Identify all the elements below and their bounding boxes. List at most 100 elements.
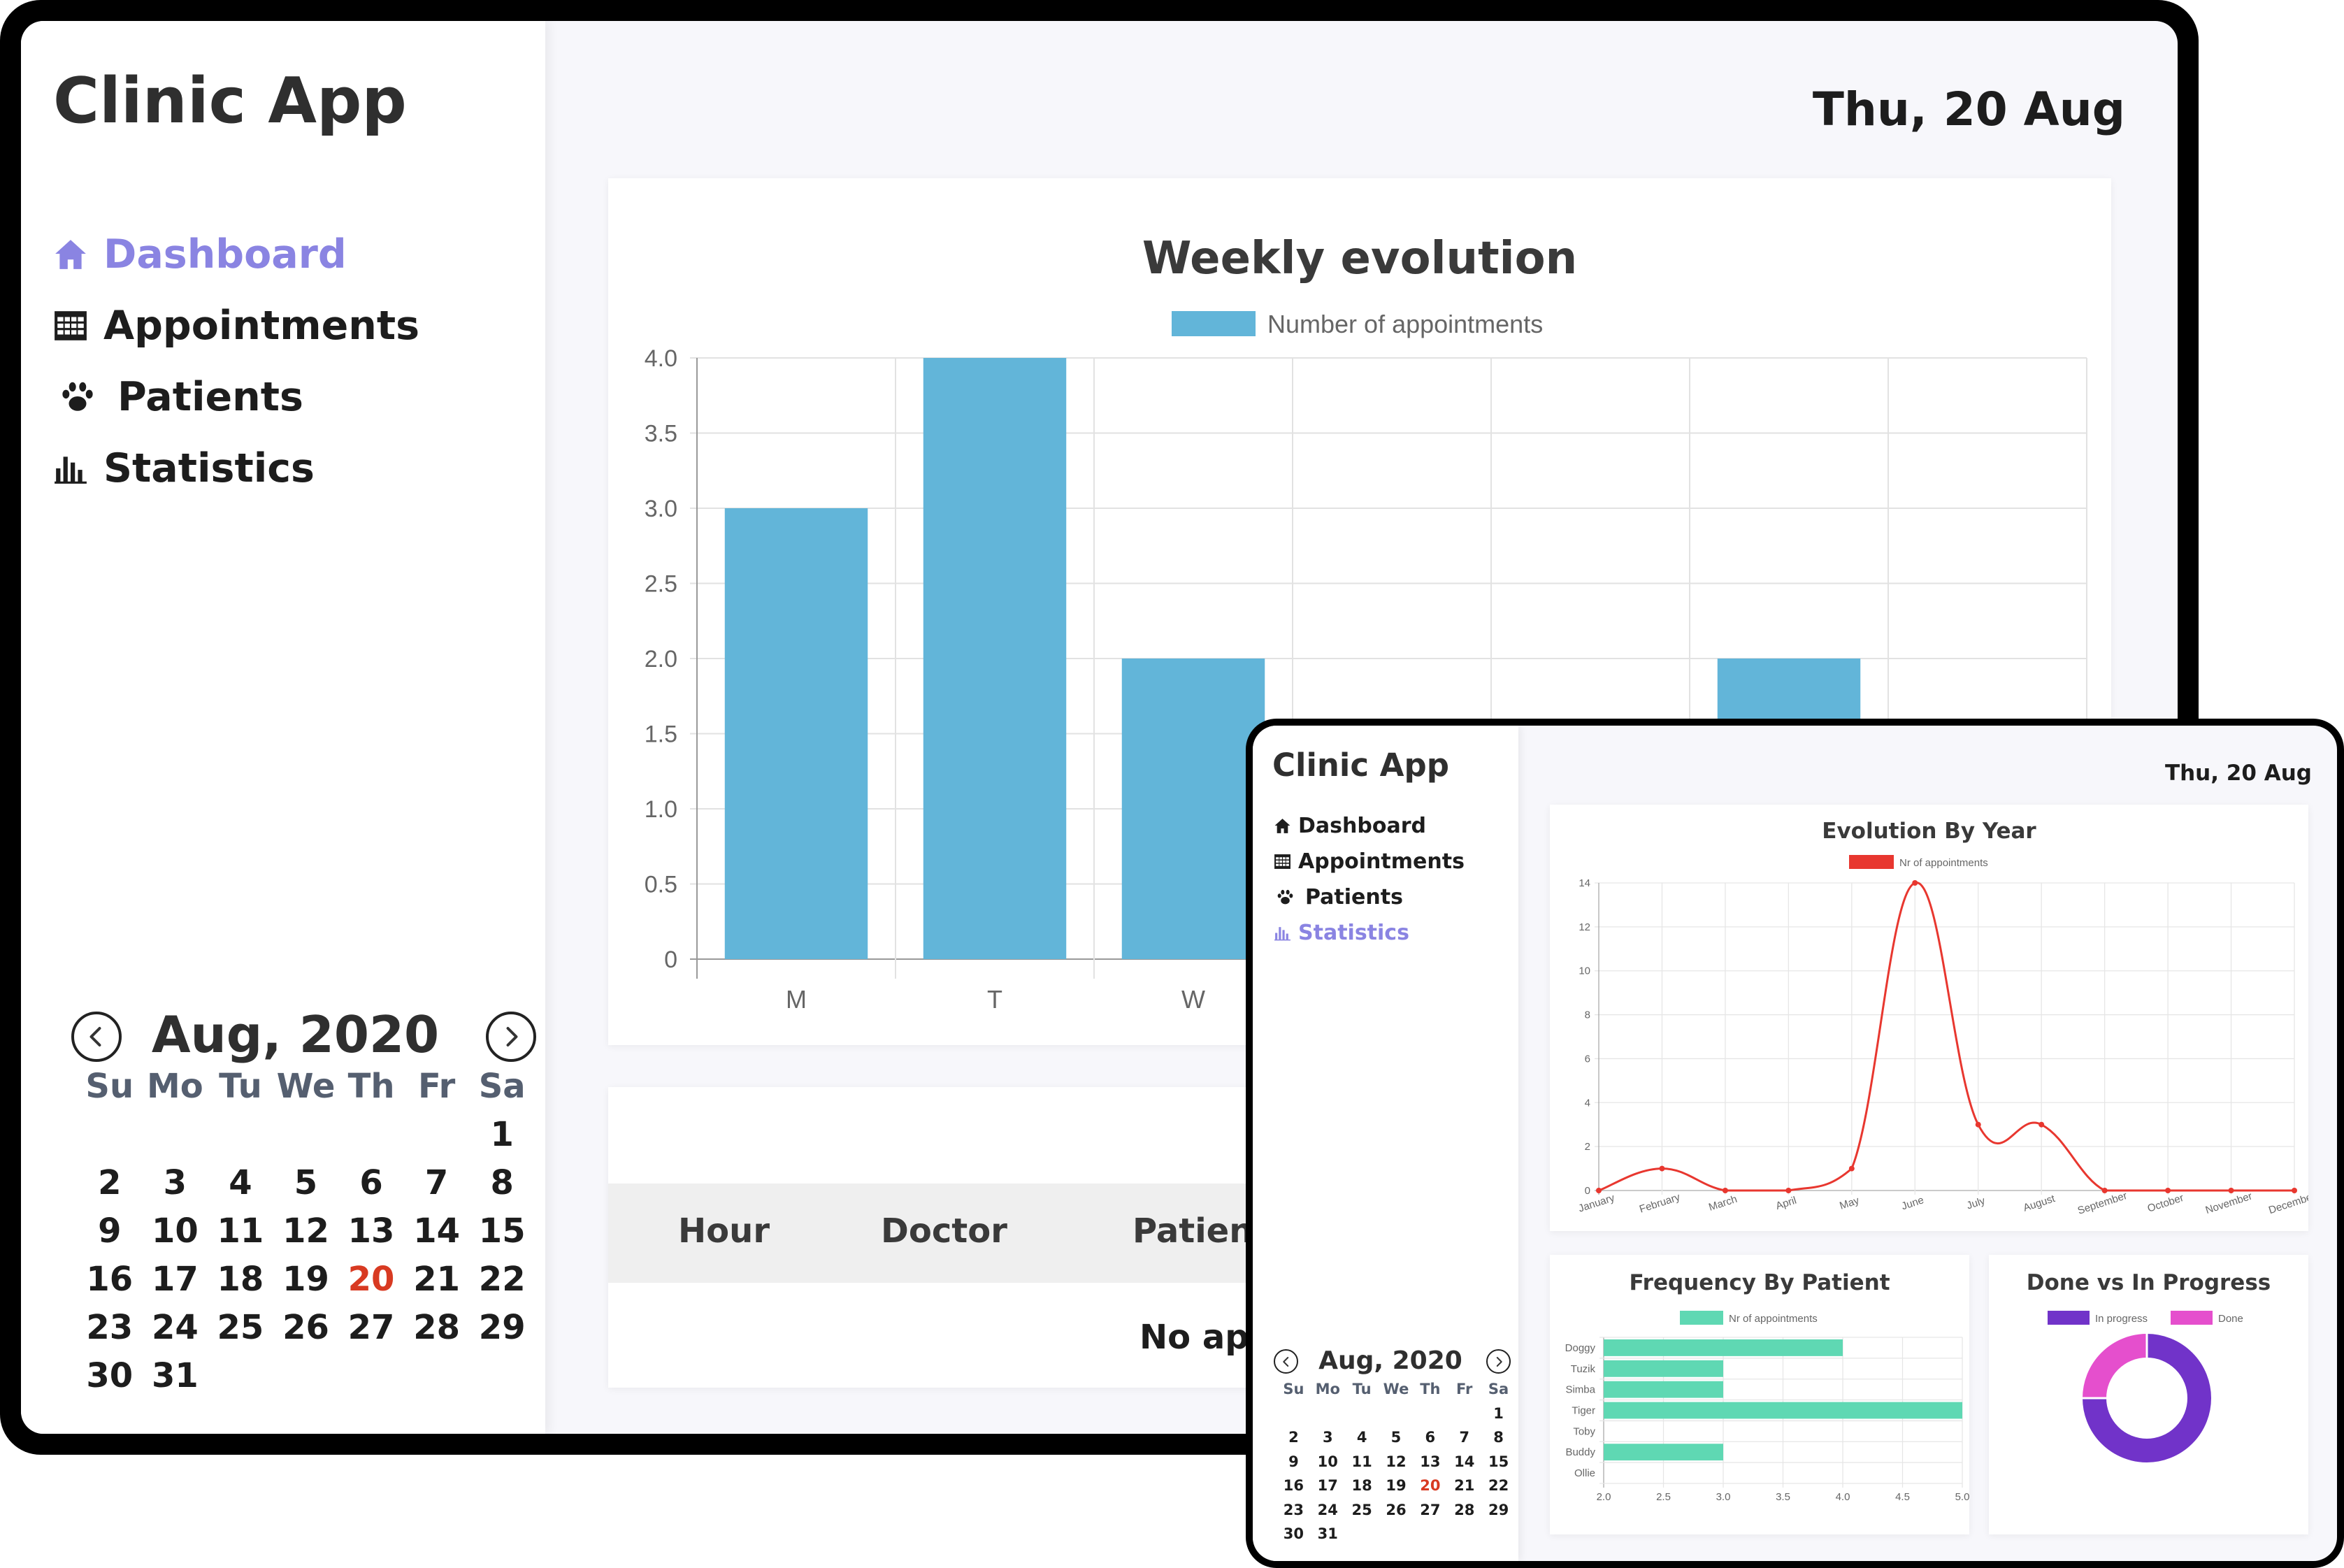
data-point [1848, 1165, 1855, 1172]
weekday-header: We [276, 1067, 336, 1106]
legend-label: In progress [2095, 1313, 2148, 1325]
calendar-day[interactable]: 20 [338, 1256, 404, 1304]
bar [1604, 1360, 1723, 1377]
nav-item-patients[interactable]: Patients [53, 361, 419, 433]
calendar-day[interactable]: 27 [338, 1304, 404, 1352]
calendar-day[interactable]: 6 [1413, 1425, 1447, 1450]
calendar-day[interactable]: 25 [208, 1304, 273, 1352]
nav-label-patients: Patients [1305, 885, 1403, 909]
calendar-day[interactable]: 4 [208, 1159, 273, 1207]
calendar-day[interactable]: 18 [1345, 1474, 1379, 1498]
x-tick-label: August [2022, 1193, 2057, 1214]
calendar-day[interactable]: 23 [1277, 1498, 1311, 1523]
calendar-day[interactable]: 3 [1311, 1425, 1345, 1450]
calendar-day[interactable]: 8 [1481, 1425, 1516, 1450]
calendar-day[interactable]: 24 [1311, 1498, 1345, 1523]
x-tick-label: 4.0 [1836, 1491, 1850, 1503]
calendar-day[interactable]: 4 [1345, 1425, 1379, 1450]
calendar-day[interactable]: 16 [77, 1256, 143, 1304]
nav-item-dashboard[interactable]: Dashboard [1274, 808, 1465, 844]
calendar-day[interactable]: 7 [1447, 1425, 1481, 1450]
calendar-next-button[interactable] [486, 1012, 536, 1062]
y-tick-label: 4.0 [645, 345, 677, 372]
nav-item-statistics[interactable]: Statistics [1274, 915, 1465, 951]
calendar-day[interactable]: 10 [1311, 1450, 1345, 1474]
calendar-empty-cell [208, 1111, 273, 1159]
calendar-day[interactable]: 29 [1481, 1498, 1516, 1523]
calendar-day[interactable]: 6 [338, 1159, 404, 1207]
calendar-day[interactable]: 7 [404, 1159, 470, 1207]
calendar-prev-button[interactable] [71, 1012, 122, 1062]
calendar-day[interactable]: 29 [469, 1304, 535, 1352]
calendar-day[interactable]: 10 [143, 1207, 208, 1256]
legend-label: Nr of appointments [1899, 857, 1988, 869]
calendar-day[interactable]: 25 [1345, 1498, 1379, 1523]
calendar-day[interactable]: 2 [1277, 1425, 1311, 1450]
calendar-day[interactable]: 11 [1345, 1450, 1379, 1474]
calendar-day[interactable]: 16 [1277, 1474, 1311, 1498]
nav-item-statistics[interactable]: Statistics [53, 433, 419, 504]
x-tick-label: September [2076, 1190, 2129, 1217]
calendar-day[interactable]: 1 [1481, 1402, 1516, 1426]
calendar-day[interactable]: 30 [1277, 1522, 1311, 1546]
calendar-day[interactable]: 28 [404, 1304, 470, 1352]
nav-item-dashboard[interactable]: Dashboard [53, 219, 419, 290]
nav-label-appointments: Appointments [103, 303, 420, 349]
calendar-day[interactable]: 27 [1413, 1498, 1447, 1523]
bar [724, 508, 868, 959]
calendar-day[interactable]: 26 [273, 1304, 339, 1352]
nav-item-patients[interactable]: Patients [1274, 879, 1465, 915]
calendar-day[interactable]: 21 [404, 1256, 470, 1304]
calendar-day[interactable]: 31 [1311, 1522, 1345, 1546]
calendar-next-button[interactable] [1486, 1349, 1511, 1374]
data-point [1912, 880, 1918, 886]
calendar-prev-button[interactable] [1274, 1349, 1298, 1374]
calendar-day[interactable]: 5 [1379, 1425, 1414, 1450]
nav-item-appointments[interactable]: Appointments [1274, 844, 1465, 879]
calendar-day[interactable]: 14 [404, 1207, 470, 1256]
calendar-day[interactable]: 19 [273, 1256, 339, 1304]
calendar-day[interactable]: 28 [1447, 1498, 1481, 1523]
nav-label-appointments: Appointments [1298, 849, 1465, 874]
calendar-day[interactable]: 26 [1379, 1498, 1414, 1523]
calendar-day[interactable]: 14 [1447, 1450, 1481, 1474]
calendar-day[interactable]: 3 [143, 1159, 208, 1207]
calendar-day[interactable]: 8 [469, 1159, 535, 1207]
calendar-day[interactable]: 15 [469, 1207, 535, 1256]
calendar-day[interactable]: 9 [77, 1207, 143, 1256]
calendar-day[interactable]: 22 [469, 1256, 535, 1304]
calendar-empty-cell [77, 1111, 143, 1159]
calendar-day[interactable]: 15 [1481, 1450, 1516, 1474]
nav-label-patients: Patients [117, 374, 303, 420]
calendar-day[interactable]: 9 [1277, 1450, 1311, 1474]
calendar-day[interactable]: 17 [1311, 1474, 1345, 1498]
y-tick-label: 8 [1585, 1009, 1590, 1021]
calendar-day[interactable]: 21 [1447, 1474, 1481, 1498]
calendar-day[interactable]: 20 [1413, 1474, 1447, 1498]
y-tick-label: 1.5 [645, 721, 677, 748]
calendar-day[interactable]: 11 [208, 1207, 273, 1256]
bar-chart-icon [53, 451, 88, 486]
calendar-day[interactable]: 24 [143, 1304, 208, 1352]
y-tick-label: Buddy [1565, 1446, 1595, 1458]
x-tick-label: May [1838, 1195, 1861, 1212]
calendar-day[interactable]: 2 [77, 1159, 143, 1207]
calendar-day[interactable]: 1 [469, 1111, 535, 1159]
nav-item-appointments[interactable]: Appointments [53, 290, 419, 361]
calendar-day[interactable]: 31 [143, 1352, 208, 1400]
nav-label-statistics: Statistics [103, 445, 315, 491]
calendar-day[interactable]: 5 [273, 1159, 339, 1207]
calendar-day[interactable]: 13 [1413, 1450, 1447, 1474]
calendar-day[interactable]: 12 [273, 1207, 339, 1256]
mini-calendar: Aug, 2020 Su Mo Tu We Th Fr Sa 1 2 3 4 5 6 7 8 9 10 11 12 1… [49, 986, 536, 1405]
weekday-header: Th [347, 1067, 395, 1106]
calendar-day[interactable]: 13 [338, 1207, 404, 1256]
x-tick-label: 2.0 [1597, 1491, 1611, 1503]
calendar-day[interactable]: 18 [208, 1256, 273, 1304]
calendar-day[interactable]: 23 [77, 1304, 143, 1352]
calendar-day[interactable]: 12 [1379, 1450, 1414, 1474]
calendar-day[interactable]: 30 [77, 1352, 143, 1400]
calendar-day[interactable]: 22 [1481, 1474, 1516, 1498]
calendar-day[interactable]: 17 [143, 1256, 208, 1304]
calendar-day[interactable]: 19 [1379, 1474, 1414, 1498]
